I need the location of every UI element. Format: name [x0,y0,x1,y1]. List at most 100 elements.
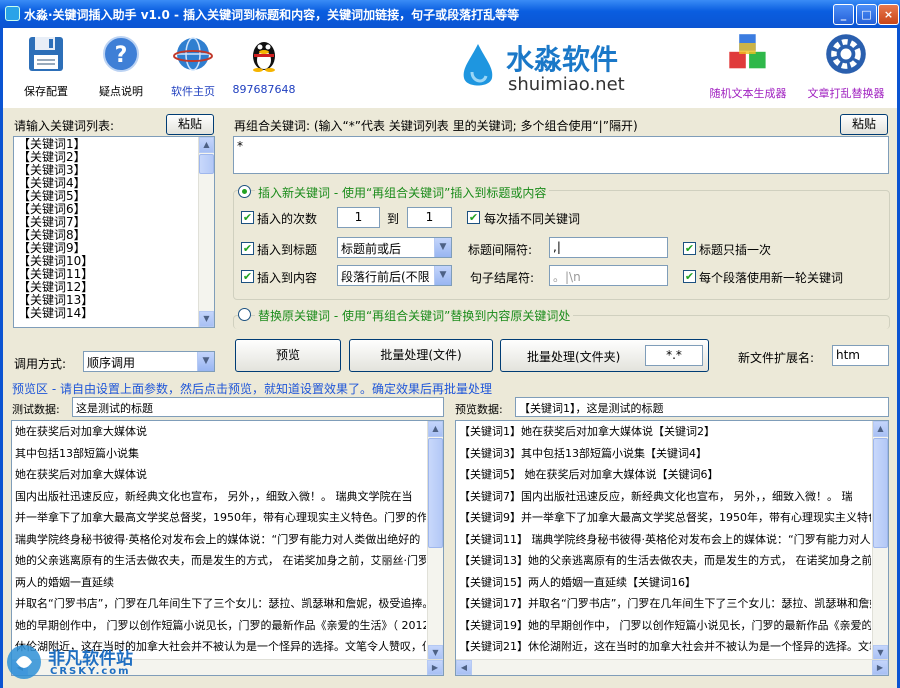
title-sep-input[interactable]: ,| [549,237,668,258]
to-title-label: 插入到标题 [257,243,318,257]
replace-section-title: 替换原关键词 - 使用“再组合关键词”替换到内容原关键词处 [255,307,574,324]
pattern-input[interactable]: *.* [645,345,703,366]
test-content-line: 其中包括13部短篇小说集 [15,446,139,460]
preview-data-label: 预览数据: [455,403,503,416]
insert-radio[interactable] [238,185,251,198]
keyword-list[interactable]: 【关键词1】 【关键词2】 【关键词3】 【关键词4】 【关键词5】 【关键词6】 【关键词… [13,136,215,328]
save-config-tool[interactable]: 保存配置 [11,34,81,99]
chevron-down-icon[interactable]: ▼ [434,266,451,285]
keyword-list-label: 请输入关键词列表: [14,119,115,133]
scroll-right-arrow[interactable]: ▶ [427,660,443,675]
scroll-thumb[interactable] [199,154,214,174]
replace-radio[interactable] [238,308,251,321]
keyword-item: 【关键词14】 [18,306,94,320]
save-config-label: 保存配置 [24,85,68,98]
keyword-scrollbar[interactable]: ▲ ▼ [198,137,214,327]
batch-file-button[interactable]: 批量处理(文件) [349,339,493,372]
test-content-line: 国内出版社迅速反应，新经典文化也宣布， 另外，，细致入微！。 瑞典文学院在当 [15,489,413,503]
keyword-lines: 【关键词1】 【关键词2】 【关键词3】 【关键词4】 【关键词5】 【关键词6】 【关键词… [14,137,214,321]
preview-content-line: 【关键词11】 瑞典学院终身秘书彼得·英格伦对发布会上的媒体说：“门罗有能力对人 [459,532,871,546]
gear-icon [826,34,866,74]
batch-folder-label: 批量处理(文件夹) [527,350,621,364]
maximize-button[interactable]: □ [856,4,877,25]
preview-hint: 预览区 - 请自由设置上面参数，然后点击预览，就知道设置效果了。确定效果后再批量… [12,382,492,396]
new-round-checkbox[interactable]: ✔ [683,270,696,283]
scroll-left-arrow[interactable]: ◀ [456,660,472,675]
to-content-checkbox[interactable]: ✔ [241,270,254,283]
preview-content-line: 【关键词5】 她在获奖后对加拿大媒体说【关键词6】 [459,468,719,481]
article-shuffle-label: 文章打乱替换器 [807,87,885,100]
times-label: 插入的次数 [257,212,318,226]
qq-penguin-icon [253,42,275,72]
times-checkbox[interactable]: ✔ [241,211,254,224]
recombine-input[interactable]: * [233,136,889,174]
watermark: 非凡软件站 CRSKY.com [4,640,164,684]
chevron-down-icon[interactable]: ▼ [197,352,214,371]
scroll-right-arrow[interactable]: ▶ [872,660,888,675]
preview-vscroll[interactable]: ▲ ▼ [872,421,888,661]
test-content-line: 并取名“门罗书店”，门罗在几年间生下了三个女儿：瑟拉、凯瑟琳和詹妮，极受追捧。 [15,597,426,610]
to-content-label: 插入到内容 [257,271,318,285]
help-tool[interactable]: ? 疑点说明 [86,34,156,99]
svg-text:?: ? [115,43,128,68]
home-tool[interactable]: 软件主页 [158,34,228,99]
title-mode-select[interactable]: 标题前或后 ▼ [337,237,452,258]
scroll-up-arrow[interactable]: ▲ [199,137,214,153]
scroll-up-arrow[interactable]: ▲ [873,421,888,437]
toolbar: 保存配置 ? 疑点说明 软件主页 897687648 水淼软件 shuimiao… [3,28,897,108]
sentence-end-label: 句子结尾符: [470,271,535,285]
close-button[interactable]: × [878,4,899,25]
diff-each-label: 每次插不同关键词 [484,212,581,226]
ext-input[interactable]: htm [832,345,889,366]
scroll-thumb[interactable] [873,438,888,548]
scroll-up-arrow[interactable]: ▲ [428,421,443,437]
preview-content-line: 【关键词1】她在获奖后对加拿大媒体说【关键词2】 [459,425,715,438]
scroll-thumb[interactable] [428,438,443,548]
qq-number-label: 897687648 [232,83,296,96]
minimize-button[interactable]: _ [833,4,854,25]
test-title-input[interactable]: 这是测试的标题 [72,397,444,417]
app-icon [5,6,20,21]
sentence-end-input[interactable]: 。|\n [549,265,668,286]
batch-folder-button[interactable]: 批量处理(文件夹) *.* [500,339,709,372]
preview-title-input[interactable]: 【关键词1】，这是测试的标题 [515,397,889,417]
preview-content-area[interactable]: 【关键词1】她在获奖后对加拿大媒体说【关键词2】 【关键词3】其中包括13部短篇小… [455,420,889,676]
test-content-area[interactable]: 她在获奖后对加拿大媒体说 其中包括13部短篇小说集 她在获奖后对加拿大媒体说 国内出… [11,420,444,676]
content-mode-select[interactable]: 段落行前后(不限 ▼ [337,265,452,286]
scroll-down-arrow[interactable]: ▼ [199,311,214,327]
title-sep-label: 标题间隔符: [468,243,533,257]
chevron-down-icon[interactable]: ▼ [434,238,451,257]
random-text-tool[interactable]: 随机文本生成器 [703,32,793,101]
diff-each-checkbox[interactable]: ✔ [467,211,480,224]
call-mode-select[interactable]: 顺序调用 ▼ [83,351,215,372]
recombine-label: 再组合关键词: (输入“*”代表 关键词列表 里的关键词; 多个组合使用“|”隔… [234,119,638,133]
preview-hscroll[interactable]: ◀ ▶ [456,659,888,675]
test-data-label: 测试数据: [12,403,60,416]
call-mode-value: 顺序调用 [87,356,136,370]
to-title-checkbox[interactable]: ✔ [241,242,254,255]
times-from-input[interactable]: 1 [337,207,380,228]
test-content-line: 两人的婚姻一直延续 [15,575,114,589]
title-once-checkbox[interactable]: ✔ [683,242,696,255]
article-shuffle-tool[interactable]: 文章打乱替换器 [801,32,891,101]
preview-button[interactable]: 预览 [235,339,341,372]
qq-tool[interactable]: 897687648 [229,34,299,96]
recombine-paste-button[interactable]: 粘贴 [840,114,888,135]
test-content-line: 她的早期创作中， 门罗以创作短篇小说见长，门罗的最新作品《亲爱的生活》（ 201… [15,618,426,632]
test-content-line: 瑞典学院终身秘书彼得·英格伦对发布会上的媒体说：“门罗有能力对人类做出绝好的 [15,532,421,546]
insert-section-title: 插入新关键词 - 使用“再组合关键词”插入到标题或内容 [255,184,550,201]
test-content-lines: 她在获奖后对加拿大媒体说 其中包括13部短篇小说集 她在获奖后对加拿大媒体说 国内出… [12,421,426,658]
test-content-line: 她在获奖后对加拿大媒体说 [15,425,147,438]
test-vscroll[interactable]: ▲ ▼ [427,421,443,661]
keyword-paste-button[interactable]: 粘贴 [166,114,214,135]
cubes-icon [729,34,766,69]
title-bar: 水淼·关键词插入助手 v1.0 - 插入关键词到标题和内容，关键词加链接，句子或… [0,0,900,28]
random-text-label: 随机文本生成器 [709,87,787,100]
ext-label: 新文件扩展名: [738,351,815,365]
preview-content-line: 【关键词21】休伦湖附近，这在当时的加拿大社会并不被认为是一个怪异的选择。文笔令 [459,640,871,653]
times-to-input[interactable]: 1 [407,207,452,228]
brand-domain: shuimiao.net [508,74,625,95]
preview-content-line: 【关键词17】并取名“门罗书店”，门罗在几年间生下了三个女儿：瑟拉、凯瑟琳和詹妮 [459,597,871,610]
globe-icon [173,37,213,71]
help-icon: ? [103,36,139,72]
